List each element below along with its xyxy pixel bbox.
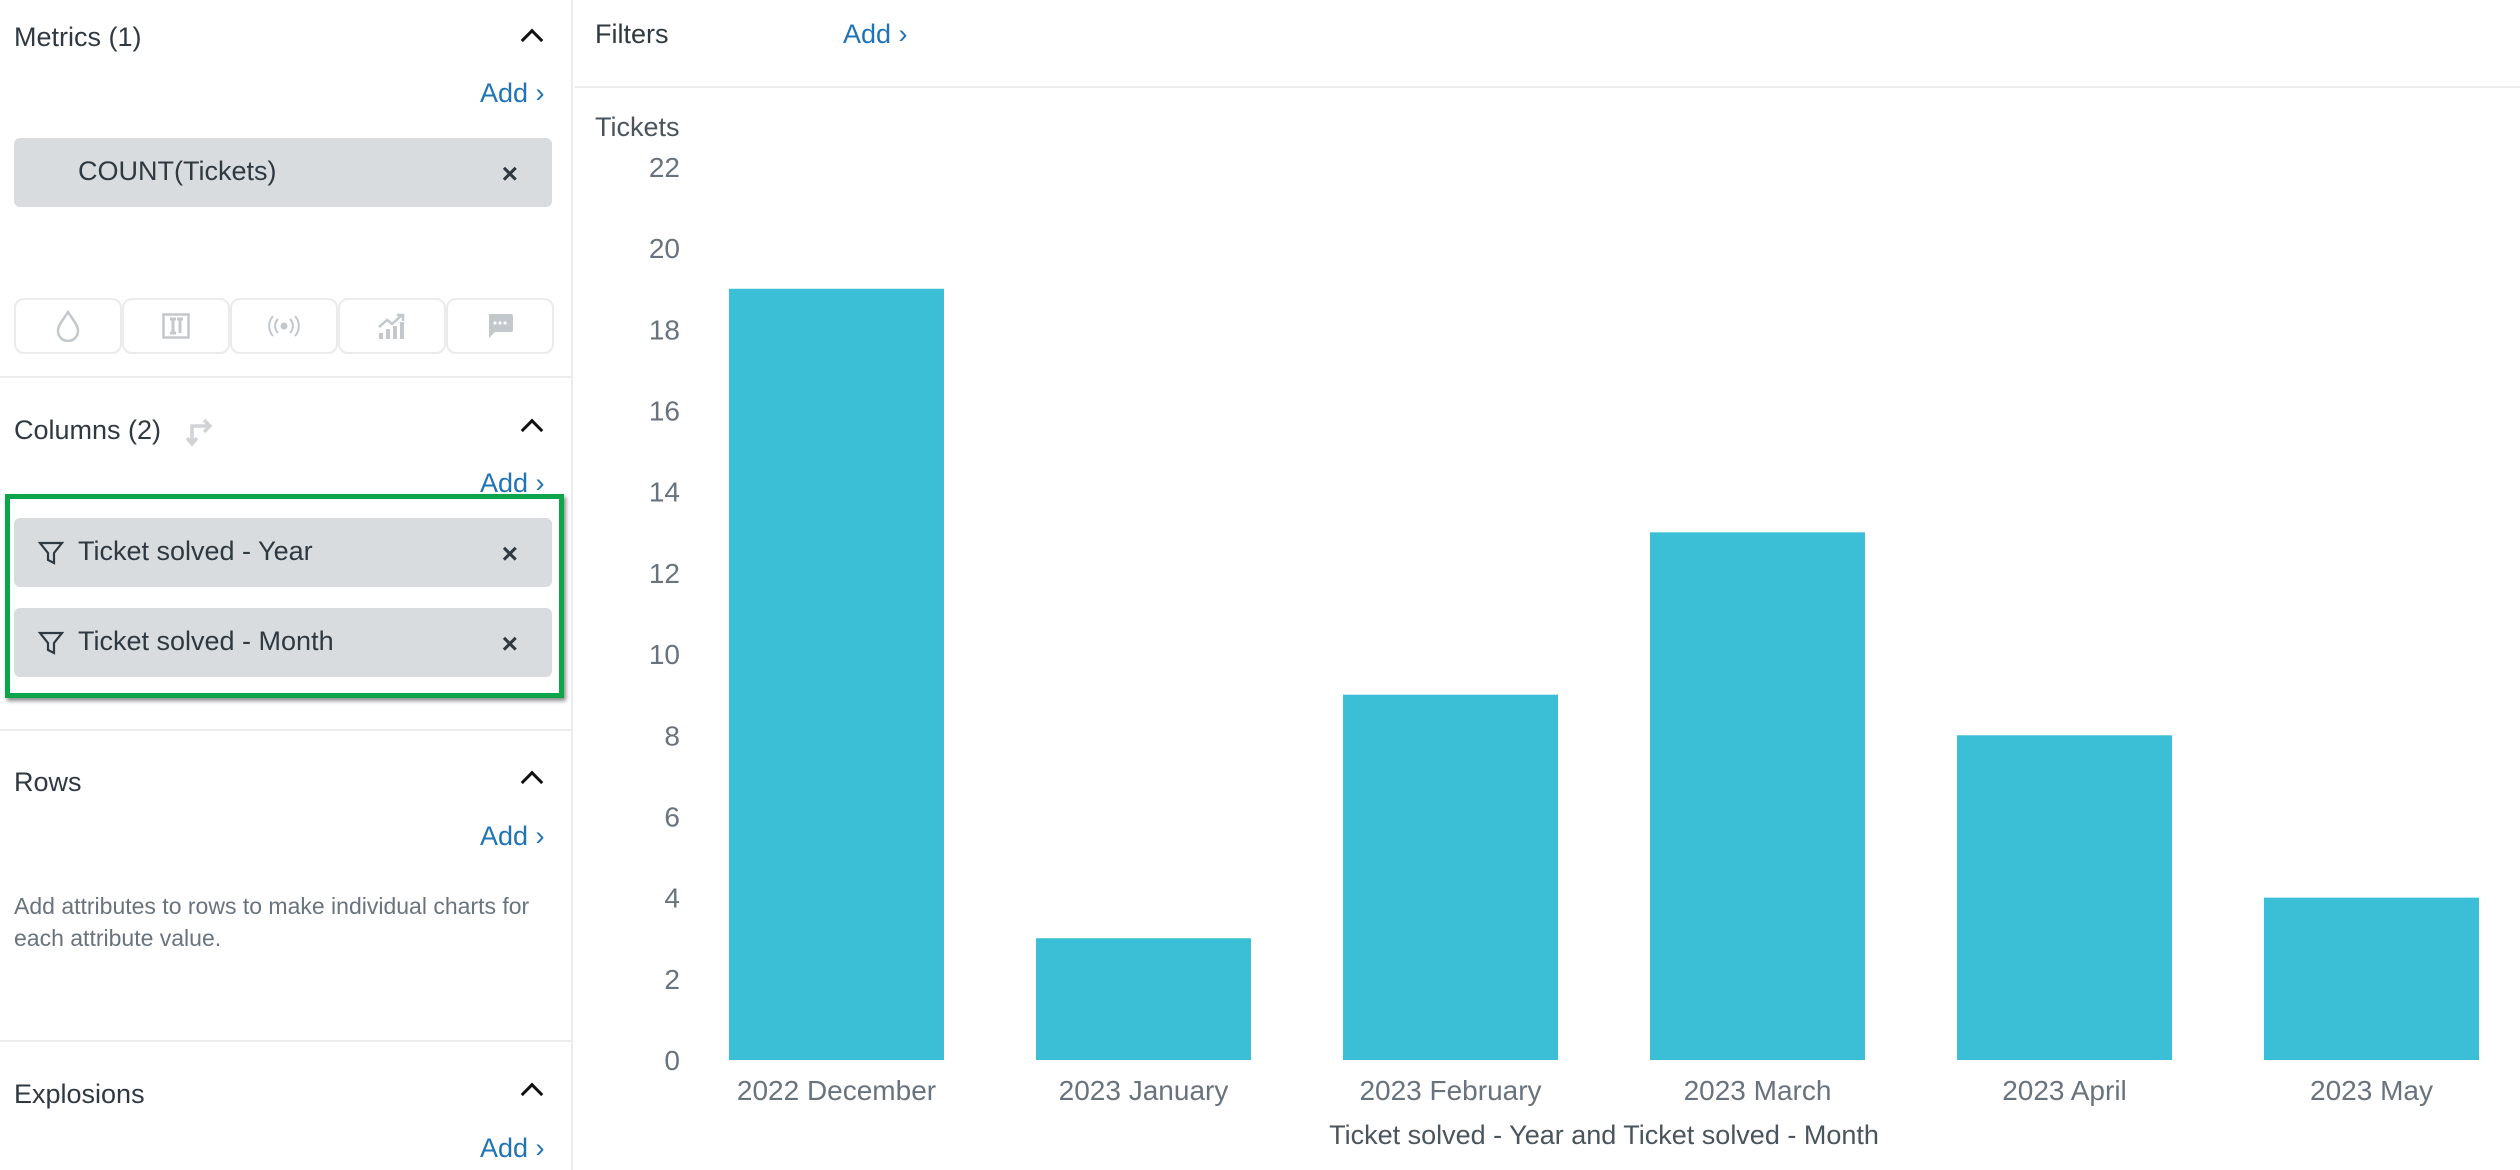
y-tick-label: 14 [649, 477, 680, 508]
x-tick-label: 2023 April [2002, 1075, 2127, 1106]
y-tick-label: 22 [649, 152, 680, 183]
y-tick-label: 18 [649, 314, 680, 345]
y-tick-label: 0 [664, 1045, 680, 1076]
bar-2023-march[interactable] [1650, 532, 1865, 1060]
x-tick-label: 2023 March [1684, 1075, 1832, 1106]
bar-2022-december[interactable] [729, 288, 944, 1061]
y-axis-title: Tickets [595, 112, 680, 142]
bar-2023-january[interactable] [1036, 938, 1251, 1060]
y-tick-label: 4 [664, 883, 680, 914]
x-tick-label: 2023 January [1059, 1075, 1229, 1106]
y-tick-label: 12 [649, 558, 680, 589]
bar-2023-april[interactable] [1957, 735, 2172, 1060]
x-tick-label: 2023 February [1359, 1075, 1541, 1106]
y-tick-label: 8 [664, 720, 680, 751]
bar-2023-february[interactable] [1343, 694, 1558, 1060]
bar-chart: Tickets Ticket solved - Year and Ticket … [595, 112, 2479, 1150]
y-tick-label: 10 [649, 639, 680, 670]
y-tick-label: 6 [664, 801, 680, 832]
y-tick-label: 20 [649, 233, 680, 264]
y-tick-label: 16 [649, 396, 680, 427]
x-tick-label: 2023 May [2310, 1075, 2433, 1106]
bar-2023-may[interactable] [2264, 897, 2479, 1060]
x-axis-title: Ticket solved - Year and Ticket solved -… [1329, 1120, 1879, 1150]
y-tick-label: 2 [664, 964, 680, 995]
x-tick-label: 2022 December [737, 1075, 936, 1106]
